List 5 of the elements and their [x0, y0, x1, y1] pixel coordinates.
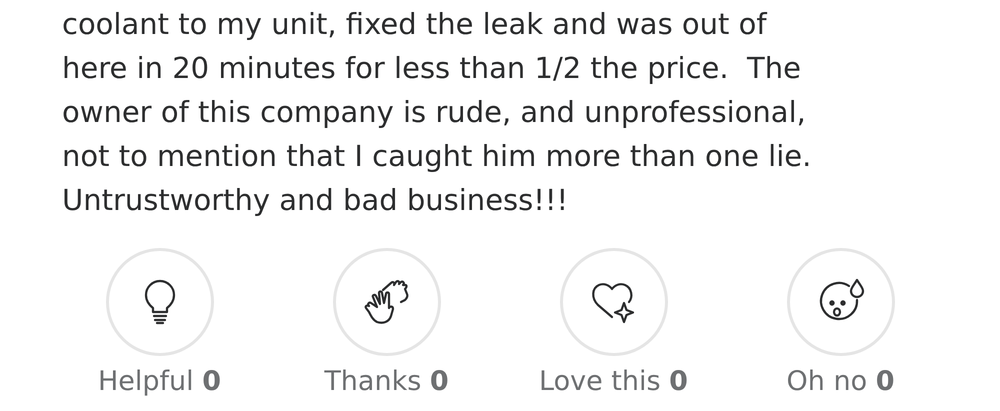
reaction-count: Helpful 0: [98, 366, 222, 397]
reaction-count: Love this 0: [539, 366, 688, 397]
reaction-count: Oh no 0: [786, 366, 894, 397]
review-text: coolant to my unit, fixed the leak and was out of here in 20 minutes for less than 1/2 the price. The owner of this company is rude, and unprofessional, not to mention that I caught him more than one lie. Untrustworthy and bad business!!!: [62, 6, 812, 219]
reaction-count: Thanks 0: [324, 366, 449, 397]
